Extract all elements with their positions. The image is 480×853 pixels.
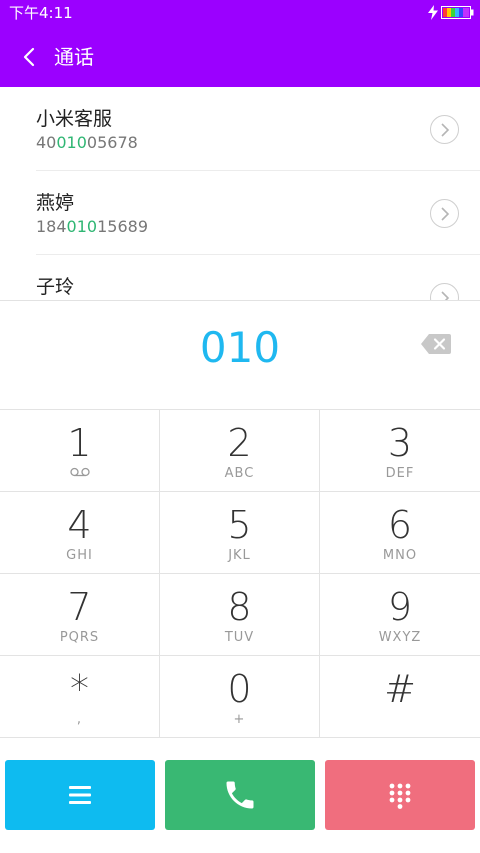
key-digit: 9 (387, 585, 413, 629)
chevron-right-icon[interactable] (430, 199, 459, 228)
key-1[interactable]: 1 (0, 410, 160, 492)
action-bar (0, 738, 480, 853)
bolt-icon (428, 5, 438, 20)
key-digit: 1 (67, 421, 92, 465)
contact-number: 4001005678 (36, 133, 138, 153)
key-digit: 7 (67, 585, 92, 629)
key-8[interactable]: 8 TUV (160, 574, 320, 656)
contact-name: 小米客服 (36, 108, 113, 130)
key-star[interactable]: * , (0, 656, 160, 738)
contact-row[interactable]: 燕婷 18401015689 (0, 171, 480, 255)
voicemail-icon (70, 467, 90, 477)
contact-row[interactable]: 子玲 (0, 255, 480, 301)
key-3[interactable]: 3 DEF (320, 410, 480, 492)
key-2[interactable]: 2 ABC (160, 410, 320, 492)
number-prefix: 40 (36, 133, 57, 152)
dialed-number: 010 (199, 323, 281, 372)
key-digit: 5 (227, 503, 252, 547)
status-time: 下午4:11 (9, 4, 73, 22)
number-match: 010 (66, 217, 98, 236)
phone-icon (226, 781, 254, 809)
contact-list[interactable]: 小米客服 4001005678 燕婷 18401015689 子玲 (0, 87, 480, 301)
dialpad-icon (389, 783, 411, 809)
dialpad-toggle-button[interactable] (325, 760, 475, 830)
dial-keypad: 1 2 ABC 3 DEF 4 GHI 5 JKL 6 MNO 7 PQRS 8… (0, 409, 480, 738)
battery-icon (441, 6, 474, 19)
key-7[interactable]: 7 PQRS (0, 574, 160, 656)
backspace-icon[interactable] (421, 334, 451, 354)
key-letters: DEF (385, 466, 415, 481)
key-letters: , (76, 712, 83, 727)
app-bar: 通话 (0, 26, 480, 87)
key-digit: * (70, 667, 89, 711)
key-6[interactable]: 6 MNO (320, 492, 480, 574)
key-hash[interactable]: # (320, 656, 480, 738)
chevron-right-icon[interactable] (430, 115, 459, 144)
page-title: 通话 (54, 45, 94, 69)
contact-number: 18401015689 (36, 217, 148, 237)
key-letters: TUV (224, 630, 255, 645)
number-match: 010 (56, 133, 87, 152)
key-digit: 2 (227, 421, 252, 465)
key-9[interactable]: 9 WXYZ (320, 574, 480, 656)
key-0[interactable]: 0 + (160, 656, 320, 738)
contact-name: 燕婷 (36, 192, 75, 214)
key-digit: # (384, 667, 416, 711)
key-digit: 6 (387, 503, 413, 547)
key-digit: 8 (227, 585, 252, 629)
key-letters: WXYZ (378, 630, 422, 645)
number-suffix: 15689 (97, 217, 148, 236)
contact-name: 子玲 (36, 276, 75, 298)
key-letters: PQRS (59, 630, 100, 645)
key-5[interactable]: 5 JKL (160, 492, 320, 574)
menu-button[interactable] (5, 760, 155, 830)
key-digit: 3 (387, 421, 413, 465)
call-button[interactable] (165, 760, 315, 830)
key-letters: JKL (228, 548, 251, 563)
chevron-left-icon[interactable] (18, 45, 42, 69)
key-digit: 4 (67, 503, 92, 547)
key-letters: MNO (382, 548, 418, 563)
key-letters: ABC (224, 466, 255, 481)
key-digit: 0 (227, 667, 252, 711)
key-letters: + (233, 712, 246, 727)
number-suffix: 05678 (86, 133, 138, 152)
dial-display: 010 (0, 300, 480, 409)
key-4[interactable]: 4 GHI (0, 492, 160, 574)
chevron-right-icon[interactable] (430, 283, 459, 301)
contact-row[interactable]: 小米客服 4001005678 (0, 87, 480, 171)
number-prefix: 184 (36, 217, 67, 236)
status-bar: 下午4:11 (0, 0, 480, 26)
menu-icon (69, 786, 91, 804)
key-letters: GHI (66, 548, 93, 563)
